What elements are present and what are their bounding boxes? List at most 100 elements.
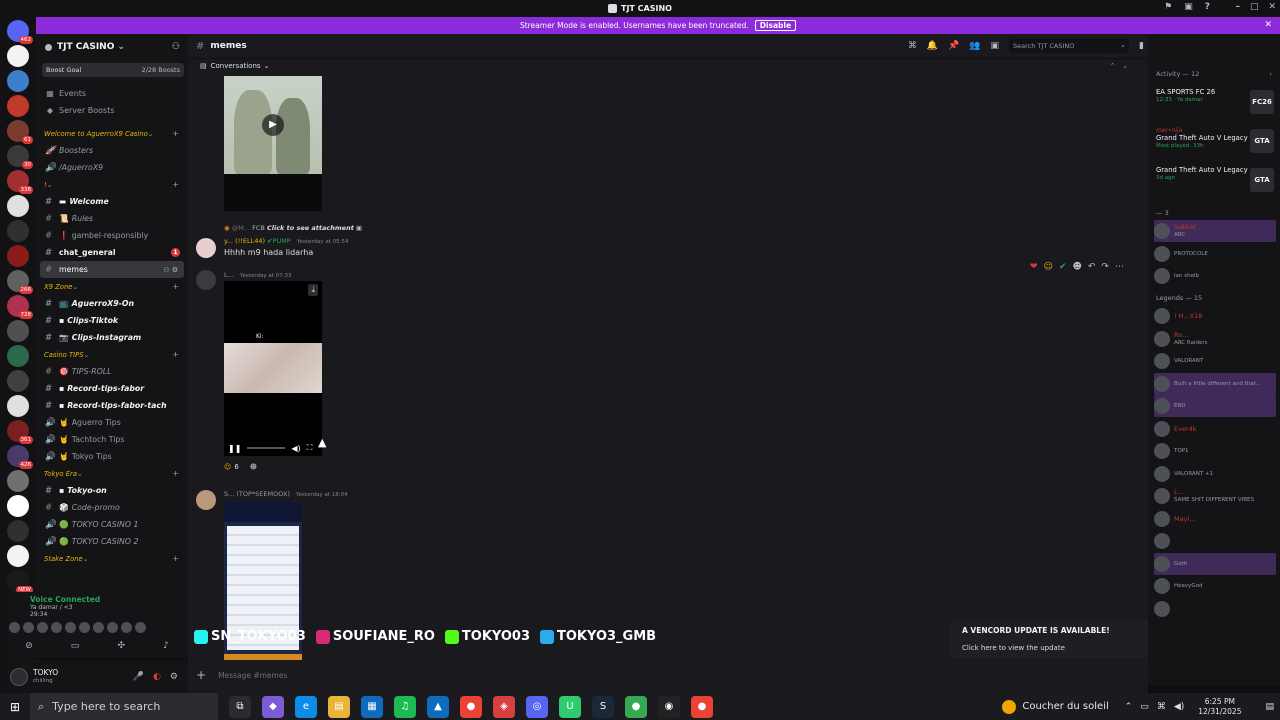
avatar[interactable] — [121, 622, 132, 633]
channel-category[interactable]: Casino TIPS ⌄ + — [36, 346, 188, 363]
channel-category[interactable]: Welcome to AguerroX9 Casino ⌄ + — [36, 125, 188, 142]
server-icon[interactable] — [7, 470, 29, 492]
taskbar-app-icon[interactable]: ● — [625, 695, 647, 718]
taskbar-app-icon[interactable]: ● — [691, 695, 713, 718]
add-reaction-icon[interactable]: ☻ — [1072, 262, 1081, 272]
server-icon[interactable] — [7, 220, 29, 242]
server-icon[interactable]: 61 — [7, 120, 33, 144]
pin-icon[interactable]: 📌 — [948, 41, 959, 51]
server-icon[interactable]: 266 — [7, 270, 33, 294]
avatar[interactable] — [23, 622, 34, 633]
channel-welcome[interactable]: # ▬ Welcome — [36, 193, 188, 210]
server-icon[interactable] — [7, 345, 29, 367]
channel-category[interactable]: ! ⌄ + — [36, 176, 188, 193]
chevron-right-icon[interactable]: › — [1269, 70, 1272, 78]
events-item[interactable]: ▦ Events — [36, 85, 188, 102]
volume-icon[interactable]: ◀) — [291, 444, 300, 453]
avatar[interactable] — [196, 270, 216, 290]
add-channel-icon[interactable]: + — [172, 129, 179, 138]
channel-tachtoch-tips[interactable]: 🔊 🤘 Tachtoch Tips — [36, 431, 188, 448]
avatar[interactable] — [37, 622, 48, 633]
server-header[interactable]: TJT CASINO ⌄ ⚇ — [36, 34, 188, 60]
reply-preview[interactable]: ◉ @M... FCB Click to see attachment ▣ — [224, 224, 362, 232]
heart-icon[interactable]: ❤ — [1030, 262, 1038, 272]
author-name[interactable]: L... — [224, 271, 234, 279]
chevron-up-icon[interactable]: ⌃ — [1125, 702, 1133, 712]
taskbar-app-icon[interactable]: S — [592, 695, 614, 718]
progress-bar[interactable] — [247, 447, 286, 449]
taskbar-app-icon[interactable]: U — [559, 695, 581, 718]
taskbar-app-icon[interactable]: e — [295, 695, 317, 718]
minimize-icon[interactable]: – — [1235, 2, 1240, 12]
channel-gambel-responsibly[interactable]: # ❗ gambel-responsibly — [36, 227, 188, 244]
add-reaction-icon[interactable]: ☻ — [250, 463, 257, 471]
add-channel-icon[interactable]: + — [172, 554, 179, 563]
server-icon[interactable] — [7, 495, 29, 517]
member-row[interactable]: ERO — [1154, 395, 1276, 417]
avatar[interactable] — [135, 622, 146, 633]
channel-aguerro-tips[interactable]: 🔊 🤘 Aguerro Tips — [36, 414, 188, 431]
channel-rules[interactable]: # 📜 Rules — [36, 210, 188, 227]
members-icon[interactable]: 👥 — [969, 41, 980, 51]
server-icon[interactable] — [7, 95, 29, 117]
activity-card[interactable]: mer•nija Grand Theft Auto V Legacy Most pl… — [1156, 127, 1276, 163]
server-icon[interactable] — [7, 245, 29, 267]
add-channel-icon[interactable]: + — [172, 469, 179, 478]
more-icon[interactable]: ⋯ — [1115, 262, 1124, 272]
jump-arrows-icon[interactable]: ⌃ ⌄ — [1110, 62, 1128, 70]
channel-clips-tiktok[interactable]: # ▪ Clips-Tiktok — [36, 312, 188, 329]
channel-memes[interactable]: # memes ⚇ ⚙ — [40, 261, 184, 278]
forward-icon[interactable]: ↷ — [1101, 262, 1109, 272]
download-icon[interactable]: ⤓ — [308, 284, 318, 296]
video-attachment[interactable]: ▶ — [224, 76, 322, 211]
close-icon[interactable]: ✕ — [1264, 20, 1272, 30]
activity-card[interactable]: EA SPORTS FC 26 12:33 · Ya damar FC26 — [1156, 88, 1276, 124]
inbox-icon[interactable]: ▣ — [1184, 2, 1193, 12]
avatar[interactable] — [196, 490, 216, 510]
conversations-bar[interactable]: ▤ Conversations ⌄ ⌃ ⌄ — [188, 59, 1148, 73]
channel-aguerrox9[interactable]: 🔊/AguerroX9 — [36, 159, 188, 176]
server-icon[interactable]: 728 — [7, 295, 33, 319]
taskbar-app-icon[interactable]: ◎ — [526, 695, 548, 718]
member-row[interactable] — [1154, 598, 1276, 620]
server-boosts-item[interactable]: ◆ Server Boosts — [36, 102, 188, 119]
server-icon[interactable] — [7, 45, 29, 67]
taskbar-app-icon[interactable]: ● — [460, 695, 482, 718]
server-icon[interactable] — [7, 195, 29, 217]
server-icon[interactable] — [7, 370, 29, 392]
taskbar-app-icon[interactable]: ⧉ — [229, 695, 251, 718]
author-name[interactable]: S... (TOP*SEEMOOX) — [224, 490, 290, 498]
avatar[interactable] — [93, 622, 104, 633]
channel-category[interactable]: X9 Zone ⌄ + — [36, 278, 188, 295]
channel-tokyo-tips[interactable]: 🔊 🤘 Tokyo Tips — [36, 448, 188, 465]
server-icon[interactable] — [7, 320, 29, 342]
taskbar-search-input[interactable]: ⌕ Type here to search — [30, 693, 218, 720]
member-row[interactable]: Ever4k — [1154, 418, 1276, 440]
network-icon[interactable]: ⌘ — [1157, 702, 1166, 712]
fullscreen-icon[interactable]: ⛶ — [307, 443, 313, 453]
reaction-laugh[interactable]: ☺ 6 ☻ — [224, 461, 257, 473]
windows-start-icon[interactable]: ⊞ — [0, 700, 30, 714]
member-row[interactable]: TOP1 — [1154, 440, 1276, 462]
channel-boosters[interactable]: 🚀 Boosters — [36, 142, 188, 159]
channel-tokyo-casino-1[interactable]: 🔊 🟢 TOKYO CASINO 1 — [36, 516, 188, 533]
server-icon[interactable]: 338 — [7, 170, 33, 194]
taskbar-app-icon[interactable]: ▦ — [361, 695, 383, 718]
avatar[interactable] — [10, 667, 28, 686]
activity-card[interactable]: Grand Theft Auto V Legacy 3d ago GTA — [1156, 166, 1276, 202]
deafen-icon[interactable]: ◐ — [153, 672, 161, 682]
avatar[interactable] — [196, 238, 216, 258]
server-icon[interactable]: 30 — [7, 145, 33, 169]
member-row[interactable]: Ian shelb — [1154, 265, 1276, 287]
toast-body[interactable]: Click here to view the update — [962, 644, 1065, 652]
taskbar-app-icon[interactable]: ◈ — [493, 695, 515, 718]
boost-goal[interactable]: Boost Goal 2/28 Boosts — [42, 63, 184, 77]
channel-tokyo-on[interactable]: # ▪ Tokyo-on — [36, 482, 188, 499]
threads-icon[interactable]: ⌘ — [908, 41, 917, 51]
activities-icon[interactable]: ✣ — [117, 641, 125, 651]
server-icon[interactable]: NEW — [7, 570, 33, 594]
server-icon[interactable] — [7, 520, 29, 542]
author-name[interactable]: y... (!!ELL44) — [224, 237, 265, 245]
member-row[interactable]: PROTOCOLE — [1154, 243, 1276, 265]
add-member-icon[interactable]: ⚇ — [172, 42, 180, 52]
